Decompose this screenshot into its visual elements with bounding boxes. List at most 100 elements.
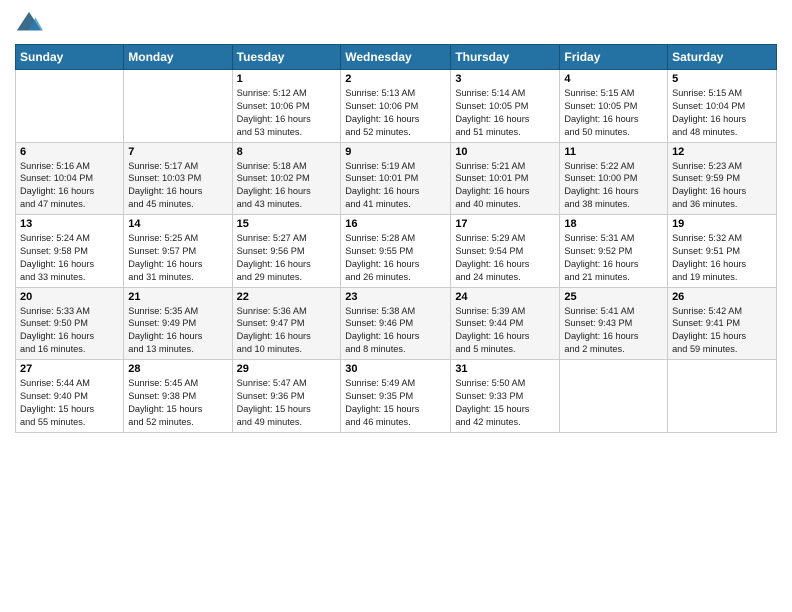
day-number: 8: [237, 146, 337, 158]
day-info: Sunrise: 5:36 AM Sunset: 9:47 PM Dayligh…: [237, 305, 337, 357]
day-info: Sunrise: 5:50 AM Sunset: 9:33 PM Dayligh…: [455, 377, 555, 429]
week-row-4: 20 Sunrise: 5:33 AM Sunset: 9:50 PM Dayli…: [16, 287, 777, 360]
calendar-cell: 10Sunrise: 5:21 AM Sunset: 10:01 PM Dayl…: [451, 142, 560, 215]
calendar-cell: 14Sunrise: 5:25 AM Sunset: 9:57 PM Dayli…: [124, 215, 232, 288]
day-info: Sunrise: 5:15 AM Sunset: 10:05 PM Daylig…: [564, 87, 663, 139]
header-day-friday: Friday: [560, 45, 668, 70]
week-row-1: 1 Sunrise: 5:12 AM Sunset: 10:06 PM Dayli…: [16, 70, 777, 143]
day-info: Sunrise: 5:14 AM Sunset: 10:05 PM Daylig…: [455, 87, 555, 139]
calendar-cell: [16, 70, 124, 143]
day-number: 11: [564, 146, 663, 158]
header-day-saturday: Saturday: [668, 45, 777, 70]
calendar-cell: 27 Sunrise: 5:44 AM Sunset: 9:40 PM Dayli…: [16, 360, 124, 433]
day-number: 6: [20, 146, 119, 158]
day-info: Sunrise: 5:33 AM Sunset: 9:50 PM Dayligh…: [20, 305, 119, 357]
day-info: Sunrise: 5:39 AM Sunset: 9:44 PM Dayligh…: [455, 305, 555, 357]
day-info: Sunrise: 5:24 AM Sunset: 9:58 PM Dayligh…: [20, 232, 119, 284]
calendar-cell: 12 Sunrise: 5:23 AM Sunset: 9:59 PM Dayli…: [668, 142, 777, 215]
day-number: 25: [564, 291, 663, 303]
calendar-cell: 23Sunrise: 5:38 AM Sunset: 9:46 PM Dayli…: [341, 287, 451, 360]
day-info: Sunrise: 5:47 AM Sunset: 9:36 PM Dayligh…: [237, 377, 337, 429]
day-number: 10: [455, 146, 555, 158]
calendar-cell: 22 Sunrise: 5:36 AM Sunset: 9:47 PM Dayli…: [232, 287, 341, 360]
calendar-cell: 4Sunrise: 5:15 AM Sunset: 10:05 PM Dayli…: [560, 70, 668, 143]
day-info: Sunrise: 5:29 AM Sunset: 9:54 PM Dayligh…: [455, 232, 555, 284]
calendar-cell: 8 Sunrise: 5:18 AM Sunset: 10:02 PM Dayli…: [232, 142, 341, 215]
day-number: 15: [237, 218, 337, 230]
day-info: Sunrise: 5:49 AM Sunset: 9:35 PM Dayligh…: [345, 377, 446, 429]
header-day-tuesday: Tuesday: [232, 45, 341, 70]
day-info: Sunrise: 5:31 AM Sunset: 9:52 PM Dayligh…: [564, 232, 663, 284]
day-info: Sunrise: 5:17 AM Sunset: 10:03 PM Daylig…: [128, 160, 227, 212]
calendar-cell: 19Sunrise: 5:32 AM Sunset: 9:51 PM Dayli…: [668, 215, 777, 288]
day-number: 23: [345, 291, 446, 303]
day-info: Sunrise: 5:19 AM Sunset: 10:01 PM Daylig…: [345, 160, 446, 212]
calendar-cell: 29Sunrise: 5:47 AM Sunset: 9:36 PM Dayli…: [232, 360, 341, 433]
day-info: Sunrise: 5:35 AM Sunset: 9:49 PM Dayligh…: [128, 305, 227, 357]
calendar-cell: 26 Sunrise: 5:42 AM Sunset: 9:41 PM Dayli…: [668, 287, 777, 360]
calendar-cell: 25 Sunrise: 5:41 AM Sunset: 9:43 PM Dayli…: [560, 287, 668, 360]
calendar-cell: 13 Sunrise: 5:24 AM Sunset: 9:58 PM Dayli…: [16, 215, 124, 288]
day-info: Sunrise: 5:22 AM Sunset: 10:00 PM Daylig…: [564, 160, 663, 212]
day-number: 2: [345, 73, 446, 85]
week-row-3: 13 Sunrise: 5:24 AM Sunset: 9:58 PM Dayli…: [16, 215, 777, 288]
calendar-cell: 20 Sunrise: 5:33 AM Sunset: 9:50 PM Dayli…: [16, 287, 124, 360]
week-row-2: 6 Sunrise: 5:16 AM Sunset: 10:04 PM Dayli…: [16, 142, 777, 215]
calendar-cell: 2 Sunrise: 5:13 AM Sunset: 10:06 PM Dayli…: [341, 70, 451, 143]
week-row-5: 27 Sunrise: 5:44 AM Sunset: 9:40 PM Dayli…: [16, 360, 777, 433]
calendar-cell: 30 Sunrise: 5:49 AM Sunset: 9:35 PM Dayli…: [341, 360, 451, 433]
day-number: 27: [20, 363, 119, 375]
day-number: 21: [128, 291, 227, 303]
calendar-cell: 6 Sunrise: 5:16 AM Sunset: 10:04 PM Dayli…: [16, 142, 124, 215]
day-number: 1: [237, 73, 337, 85]
calendar-cell: 18 Sunrise: 5:31 AM Sunset: 9:52 PM Dayli…: [560, 215, 668, 288]
day-number: 13: [20, 218, 119, 230]
calendar-cell: 15Sunrise: 5:27 AM Sunset: 9:56 PM Dayli…: [232, 215, 341, 288]
page: SundayMondayTuesdayWednesdayThursdayFrid…: [0, 0, 792, 612]
day-info: Sunrise: 5:13 AM Sunset: 10:06 PM Daylig…: [345, 87, 446, 139]
calendar-cell: 7 Sunrise: 5:17 AM Sunset: 10:03 PM Dayli…: [124, 142, 232, 215]
day-number: 26: [672, 291, 772, 303]
calendar-body: 1 Sunrise: 5:12 AM Sunset: 10:06 PM Dayli…: [16, 70, 777, 433]
calendar-cell: [668, 360, 777, 433]
day-number: 14: [128, 218, 227, 230]
logo-icon: [15, 10, 43, 38]
calendar-cell: 11 Sunrise: 5:22 AM Sunset: 10:00 PM Dayl…: [560, 142, 668, 215]
header-day-wednesday: Wednesday: [341, 45, 451, 70]
day-number: 12: [672, 146, 772, 158]
day-info: Sunrise: 5:18 AM Sunset: 10:02 PM Daylig…: [237, 160, 337, 212]
day-info: Sunrise: 5:12 AM Sunset: 10:06 PM Daylig…: [237, 87, 337, 139]
header-row: SundayMondayTuesdayWednesdayThursdayFrid…: [16, 45, 777, 70]
calendar-cell: 28Sunrise: 5:45 AM Sunset: 9:38 PM Dayli…: [124, 360, 232, 433]
day-number: 31: [455, 363, 555, 375]
day-number: 24: [455, 291, 555, 303]
header: [15, 10, 777, 38]
calendar-table: SundayMondayTuesdayWednesdayThursdayFrid…: [15, 44, 777, 433]
day-number: 16: [345, 218, 446, 230]
header-day-sunday: Sunday: [16, 45, 124, 70]
calendar-cell: 16Sunrise: 5:28 AM Sunset: 9:55 PM Dayli…: [341, 215, 451, 288]
calendar-header: SundayMondayTuesdayWednesdayThursdayFrid…: [16, 45, 777, 70]
calendar-cell: [124, 70, 232, 143]
calendar-cell: 5 Sunrise: 5:15 AM Sunset: 10:04 PM Dayli…: [668, 70, 777, 143]
day-number: 18: [564, 218, 663, 230]
header-day-monday: Monday: [124, 45, 232, 70]
day-info: Sunrise: 5:41 AM Sunset: 9:43 PM Dayligh…: [564, 305, 663, 357]
day-number: 30: [345, 363, 446, 375]
day-info: Sunrise: 5:15 AM Sunset: 10:04 PM Daylig…: [672, 87, 772, 139]
day-info: Sunrise: 5:44 AM Sunset: 9:40 PM Dayligh…: [20, 377, 119, 429]
day-number: 7: [128, 146, 227, 158]
day-number: 3: [455, 73, 555, 85]
calendar-cell: 17Sunrise: 5:29 AM Sunset: 9:54 PM Dayli…: [451, 215, 560, 288]
day-number: 28: [128, 363, 227, 375]
calendar-cell: 1 Sunrise: 5:12 AM Sunset: 10:06 PM Dayli…: [232, 70, 341, 143]
day-number: 22: [237, 291, 337, 303]
calendar-cell: 3 Sunrise: 5:14 AM Sunset: 10:05 PM Dayli…: [451, 70, 560, 143]
calendar-cell: 31 Sunrise: 5:50 AM Sunset: 9:33 PM Dayli…: [451, 360, 560, 433]
day-number: 5: [672, 73, 772, 85]
day-number: 20: [20, 291, 119, 303]
day-info: Sunrise: 5:16 AM Sunset: 10:04 PM Daylig…: [20, 160, 119, 212]
day-info: Sunrise: 5:23 AM Sunset: 9:59 PM Dayligh…: [672, 160, 772, 212]
day-info: Sunrise: 5:42 AM Sunset: 9:41 PM Dayligh…: [672, 305, 772, 357]
header-day-thursday: Thursday: [451, 45, 560, 70]
